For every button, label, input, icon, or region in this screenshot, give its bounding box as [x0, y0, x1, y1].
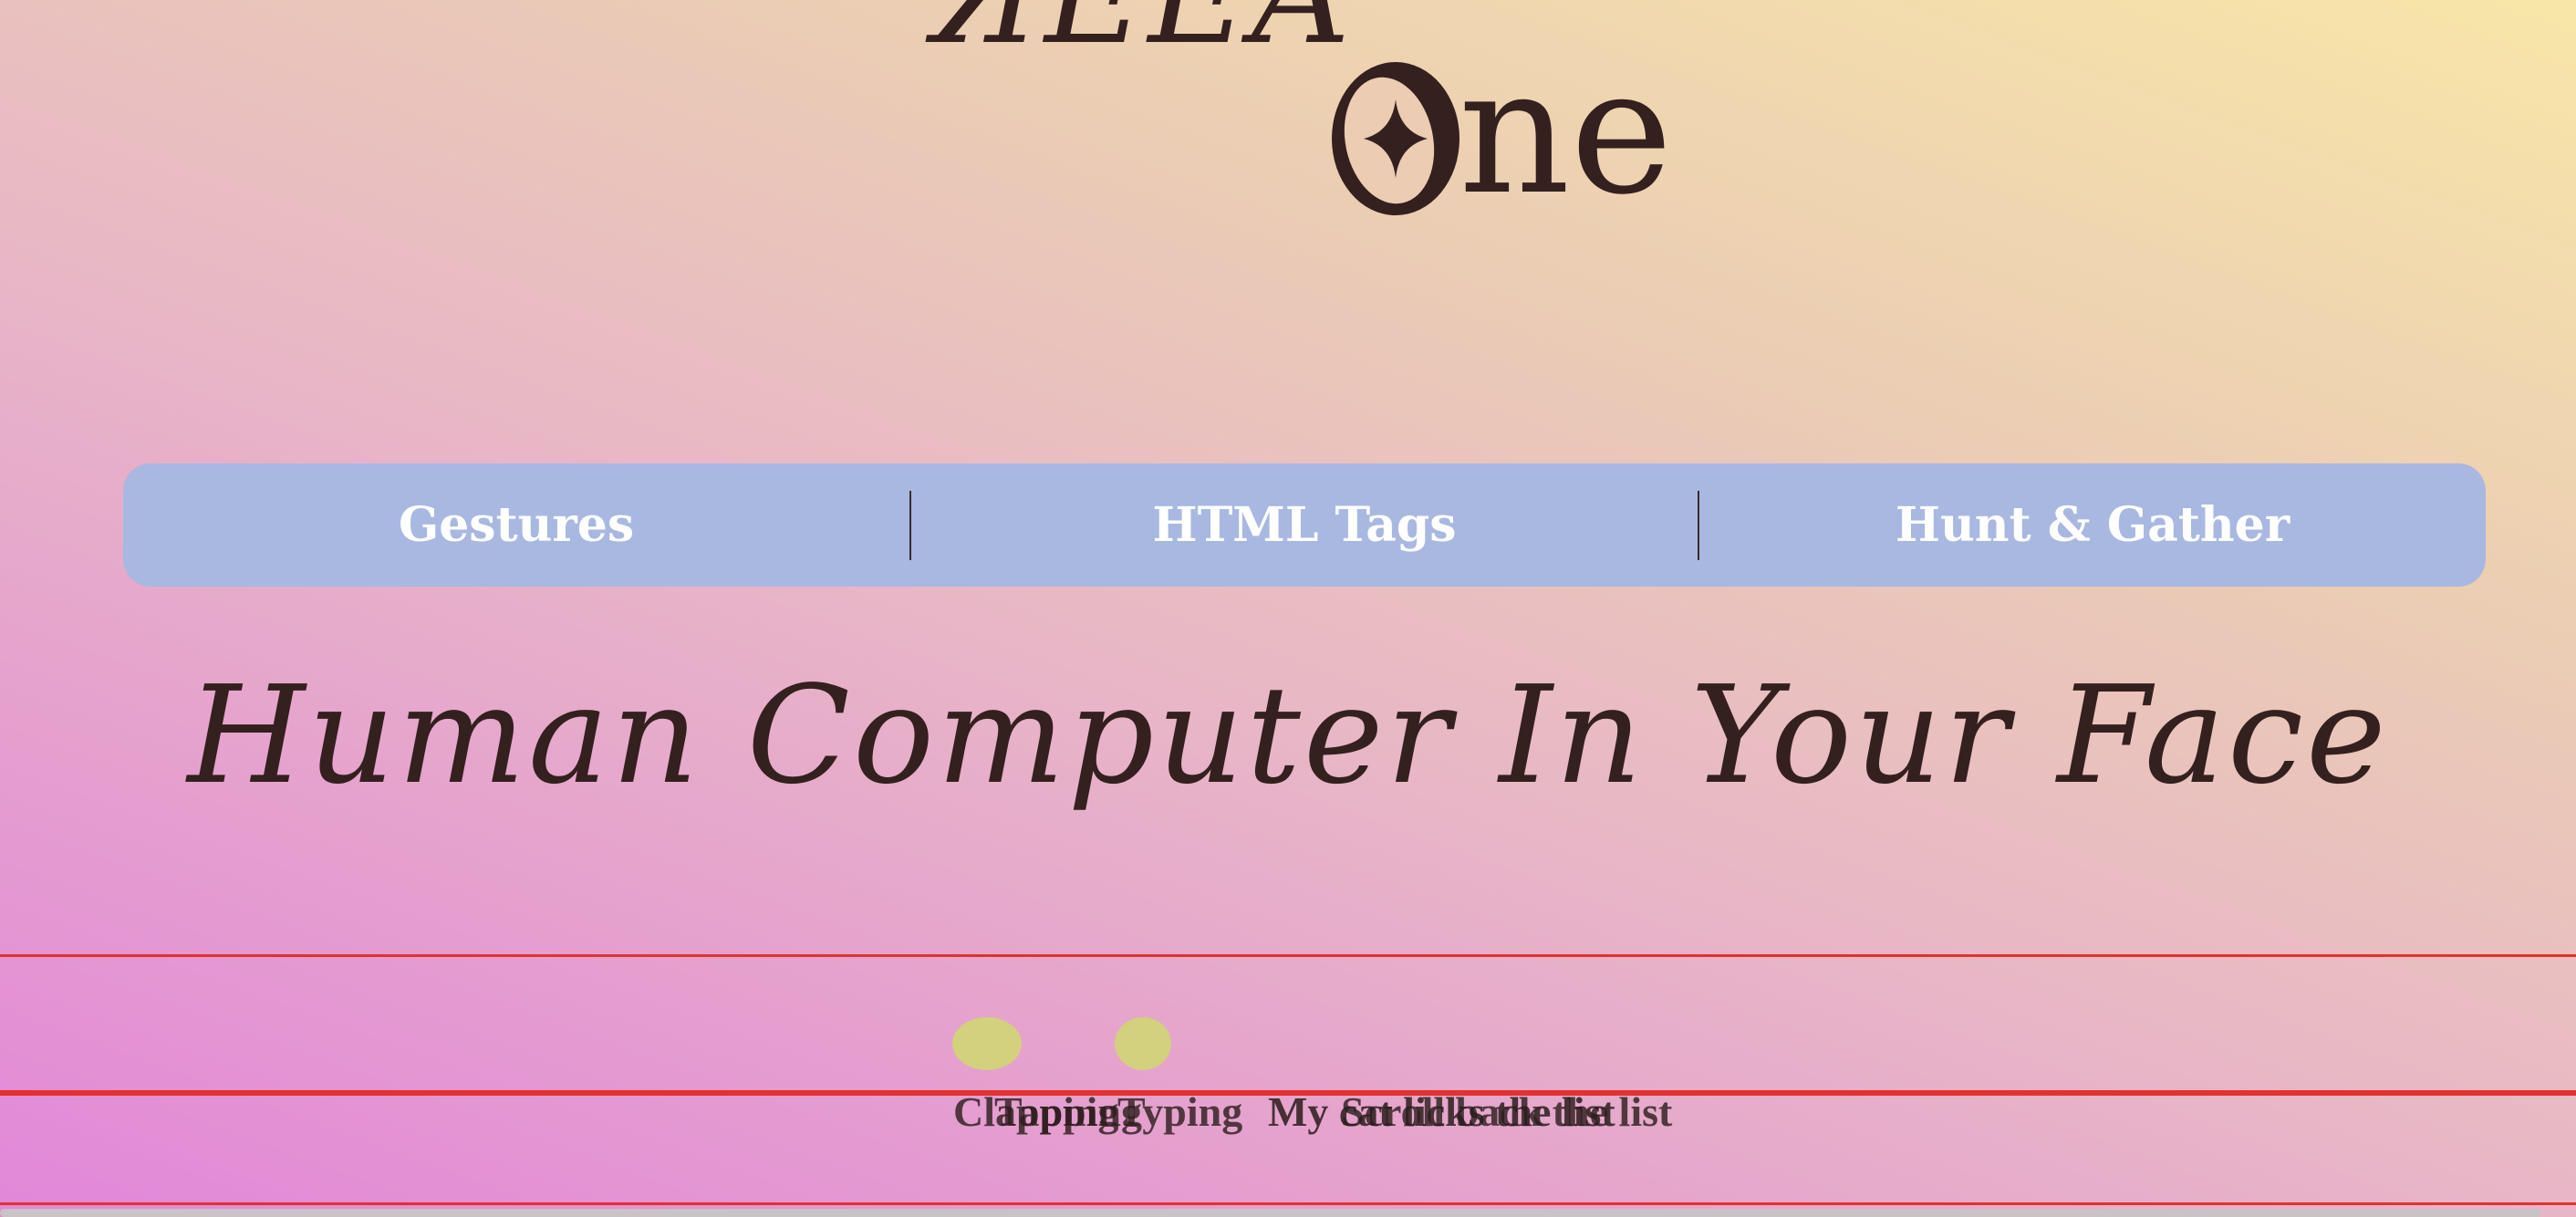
nav-item-gestures[interactable]: Gestures [123, 497, 909, 553]
nav-item-hunt-gather[interactable]: Hunt & Gather [1699, 497, 2486, 553]
logo-partial-word: ЯEEA [930, 0, 1354, 64]
main-nav: Gestures HTML Tags Hunt & Gather [123, 463, 2486, 587]
logo-o-star [1327, 58, 1464, 218]
horizontal-scrollbar[interactable] [0, 1209, 2541, 1217]
top-red-rule [0, 954, 2576, 957]
nav-item-html-tags[interactable]: HTML Tags [911, 497, 1698, 553]
yellow-dot-left[interactable] [952, 1017, 1022, 1070]
yellow-dot-right[interactable] [1115, 1017, 1171, 1070]
logo-one: ne [1327, 46, 1673, 219]
bottom-red-rule [0, 1202, 2576, 1205]
gesture-label: Typing [1117, 1088, 1243, 1135]
logo-one-text: ne [1459, 31, 1673, 233]
gesture-label: Scroll back the list [1341, 1088, 1673, 1135]
page-headline: Human Computer In Your Face [187, 657, 2389, 814]
